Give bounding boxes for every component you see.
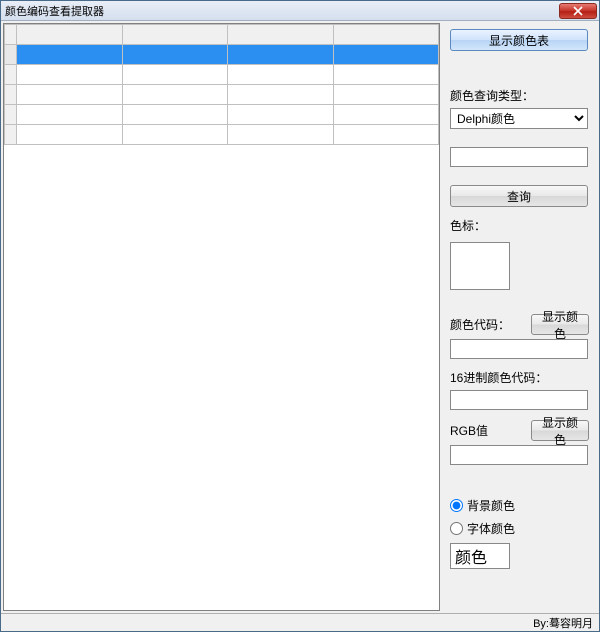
grid-corner-cell [5,25,17,45]
window-title: 颜色编码查看提取器 [5,3,559,19]
color-code-input[interactable] [450,339,588,359]
query-type-label: 颜色查询类型： [450,87,589,104]
grid-header-row [5,25,439,45]
color-swatch [450,242,510,290]
titlebar: 颜色编码查看提取器 [1,1,599,21]
app-window: 颜色编码查看提取器 [0,0,600,632]
hex-code-input[interactable] [450,390,588,410]
grid-header-cell[interactable] [17,25,123,45]
row-header [5,45,17,65]
right-pane: 显示颜色表 颜色查询类型： Delphi颜色 查询 色标： 颜色代码： 显示颜色… [442,23,597,611]
row-header [5,85,17,105]
font-color-radio-row[interactable]: 字体颜色 [450,520,589,537]
table-row[interactable] [5,125,439,145]
query-button[interactable]: 查询 [450,185,588,207]
bg-color-radio-label: 背景颜色 [467,497,515,514]
window-body: 显示颜色表 颜色查询类型： Delphi颜色 查询 色标： 颜色代码： 显示颜色… [1,21,599,613]
hex-code-label: 16进制颜色代码： [450,369,589,386]
row-header [5,125,17,145]
show-color-table-button[interactable]: 显示颜色表 [450,29,588,51]
left-pane [3,23,440,611]
table-row[interactable] [5,65,439,85]
table-row[interactable] [5,45,439,65]
status-bar: By:蓦容明月 [1,613,599,631]
rgb-value-input[interactable] [450,445,588,465]
close-icon [573,6,583,16]
close-button[interactable] [559,3,597,19]
font-color-radio[interactable] [450,522,463,535]
query-text-input[interactable] [450,147,588,167]
row-header [5,65,17,85]
rgb-value-label: RGB值 [450,422,527,439]
table-row[interactable] [5,85,439,105]
color-display-box: 颜色 [450,543,510,569]
row-header [5,105,17,125]
grid-header-cell[interactable] [122,25,228,45]
color-code-label: 颜色代码： [450,316,527,333]
grid-header-cell[interactable] [228,25,334,45]
table-row[interactable] [5,105,439,125]
query-type-select[interactable]: Delphi颜色 [450,108,588,129]
color-grid-wrap [4,24,439,610]
font-color-radio-label: 字体颜色 [467,520,515,537]
color-grid[interactable] [4,24,439,145]
credit-text: By:蓦容明月 [533,615,593,631]
swatch-label: 色标： [450,217,589,234]
show-color-button-1[interactable]: 显示颜色 [531,314,589,335]
show-color-button-2[interactable]: 显示颜色 [531,420,589,441]
grid-header-cell[interactable] [333,25,439,45]
bg-color-radio-row[interactable]: 背景颜色 [450,497,589,514]
bg-color-radio[interactable] [450,499,463,512]
